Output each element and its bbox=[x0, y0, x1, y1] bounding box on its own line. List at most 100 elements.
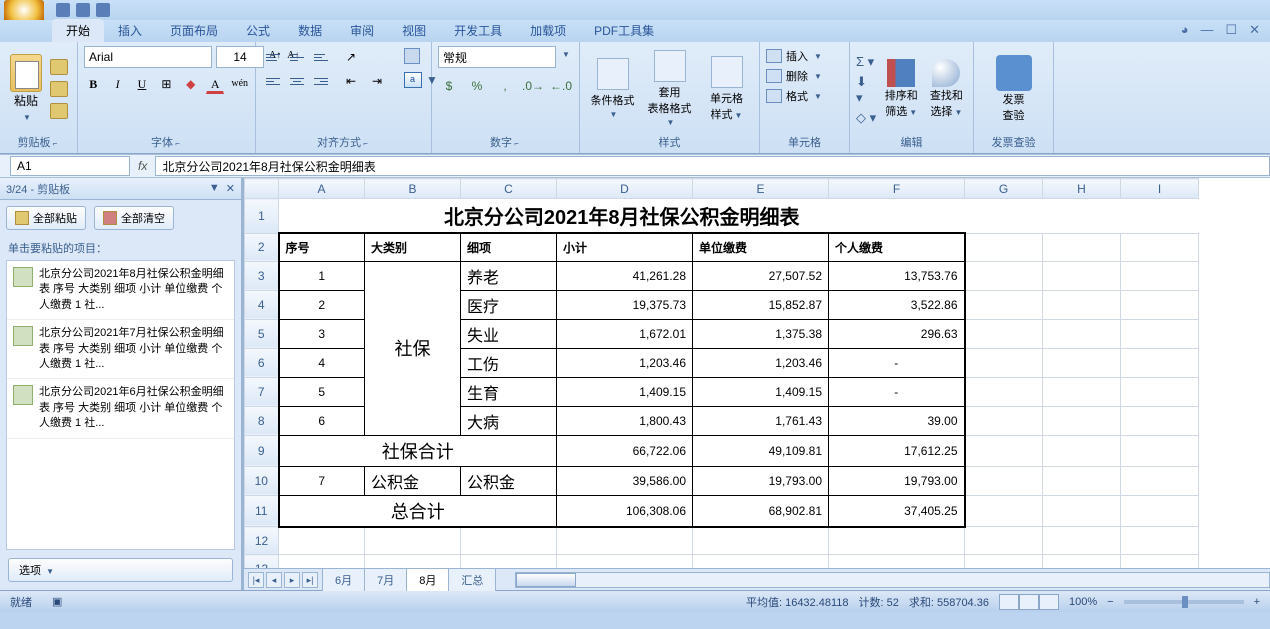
border-button[interactable]: ⊞ bbox=[157, 74, 175, 94]
dec-decimal-button[interactable]: ←.0 bbox=[550, 76, 572, 98]
header-cell[interactable]: 序号 bbox=[279, 233, 365, 261]
cell[interactable] bbox=[965, 348, 1043, 377]
header-cell[interactable]: 大类别 bbox=[365, 233, 461, 261]
fill-button[interactable]: ⬇ ▾ bbox=[856, 74, 877, 106]
cell[interactable] bbox=[1121, 527, 1199, 555]
cell[interactable] bbox=[1043, 495, 1121, 527]
phonetic-button[interactable]: wén bbox=[230, 74, 249, 94]
sheet-nav-first[interactable]: |◂ bbox=[248, 572, 264, 588]
clipboard-options-button[interactable]: 选项 ▼ bbox=[8, 558, 233, 582]
cell[interactable]: 生育 bbox=[461, 377, 557, 406]
close-icon[interactable]: ✕ bbox=[1249, 22, 1260, 38]
col-header-H[interactable]: H bbox=[1043, 179, 1121, 199]
cell[interactable] bbox=[461, 555, 557, 569]
cell[interactable] bbox=[829, 527, 965, 555]
cell[interactable]: 39,586.00 bbox=[557, 466, 693, 495]
cell[interactable] bbox=[1043, 261, 1121, 290]
cell[interactable] bbox=[1043, 466, 1121, 495]
fx-icon[interactable]: fx bbox=[130, 159, 155, 173]
col-header-F[interactable]: F bbox=[829, 179, 965, 199]
sheet-tab-8月[interactable]: 8月 bbox=[406, 568, 449, 591]
cell[interactable] bbox=[1121, 199, 1199, 234]
help-icon[interactable]: ◕ bbox=[1181, 22, 1189, 38]
col-header-E[interactable]: E bbox=[693, 179, 829, 199]
header-cell[interactable]: 个人缴费 bbox=[829, 233, 965, 261]
col-header-G[interactable]: G bbox=[965, 179, 1043, 199]
format-cells-button[interactable]: 格式▼ bbox=[766, 86, 843, 106]
header-cell[interactable]: 单位缴费 bbox=[693, 233, 829, 261]
cell[interactable]: 1,375.38 bbox=[693, 319, 829, 348]
row-header-13[interactable]: 13 bbox=[245, 555, 279, 569]
cell[interactable] bbox=[1121, 406, 1199, 435]
align-bottom-button[interactable] bbox=[310, 46, 332, 68]
sheet-tab-6月[interactable]: 6月 bbox=[322, 568, 365, 591]
conditional-format-button[interactable]: 条件格式▼ bbox=[586, 58, 639, 120]
cell[interactable]: 296.63 bbox=[829, 319, 965, 348]
cell[interactable] bbox=[1121, 233, 1199, 261]
tab-PDF工具集[interactable]: PDF工具集 bbox=[580, 19, 668, 42]
cell[interactable]: 大病 bbox=[461, 406, 557, 435]
font-name-input[interactable] bbox=[84, 46, 212, 68]
cell[interactable] bbox=[1043, 319, 1121, 348]
row-header-4[interactable]: 4 bbox=[245, 290, 279, 319]
select-all-corner[interactable] bbox=[245, 179, 279, 199]
paste-button[interactable]: 粘贴 ▼ bbox=[6, 54, 46, 123]
clipboard-close-icon[interactable]: ✕ bbox=[226, 182, 235, 195]
paste-all-button[interactable]: 全部粘贴 bbox=[6, 206, 86, 230]
cell[interactable]: - bbox=[829, 348, 965, 377]
cell[interactable]: 19,793.00 bbox=[829, 466, 965, 495]
header-cell[interactable]: 小计 bbox=[557, 233, 693, 261]
underline-button[interactable]: U bbox=[133, 74, 151, 94]
tab-页面布局[interactable]: 页面布局 bbox=[156, 19, 232, 42]
percent-button[interactable]: % bbox=[466, 76, 488, 98]
cell[interactable] bbox=[1121, 319, 1199, 348]
row-header-9[interactable]: 9 bbox=[245, 435, 279, 466]
cell[interactable]: 49,109.81 bbox=[693, 435, 829, 466]
cell[interactable]: 1,203.46 bbox=[557, 348, 693, 377]
cell[interactable]: 社保合计 bbox=[279, 435, 557, 466]
row-header-11[interactable]: 11 bbox=[245, 495, 279, 527]
cell[interactable] bbox=[557, 555, 693, 569]
col-header-A[interactable]: A bbox=[279, 179, 365, 199]
view-pagebreak-button[interactable] bbox=[1039, 594, 1059, 610]
cell[interactable] bbox=[1043, 199, 1121, 234]
cell[interactable] bbox=[1121, 377, 1199, 406]
align-right-button[interactable] bbox=[310, 70, 332, 92]
cell[interactable] bbox=[1121, 495, 1199, 527]
cell[interactable] bbox=[965, 466, 1043, 495]
cell[interactable]: 1,672.01 bbox=[557, 319, 693, 348]
tab-开始[interactable]: 开始 bbox=[52, 19, 104, 42]
cell[interactable] bbox=[1043, 527, 1121, 555]
clipboard-item[interactable]: 北京分公司2021年6月社保公积金明细表 序号 大类别 细项 小计 单位缴费 个… bbox=[7, 379, 234, 438]
tab-数据[interactable]: 数据 bbox=[284, 19, 336, 42]
office-button[interactable] bbox=[4, 0, 44, 20]
cell[interactable] bbox=[1121, 290, 1199, 319]
tab-加载项[interactable]: 加载项 bbox=[516, 19, 580, 42]
tab-视图[interactable]: 视图 bbox=[388, 19, 440, 42]
qat-save-icon[interactable] bbox=[56, 3, 70, 17]
cell[interactable]: 医疗 bbox=[461, 290, 557, 319]
cell[interactable] bbox=[365, 555, 461, 569]
format-as-table-button[interactable]: 套用 表格格式▼ bbox=[643, 50, 696, 128]
find-select-button[interactable]: 查找和 选择▼ bbox=[926, 59, 967, 119]
cell[interactable]: - bbox=[829, 377, 965, 406]
cell[interactable]: 5 bbox=[279, 377, 365, 406]
sort-filter-button[interactable]: 排序和 筛选▼ bbox=[881, 59, 922, 119]
cell[interactable]: 养老 bbox=[461, 261, 557, 290]
cell[interactable]: 1,800.43 bbox=[557, 406, 693, 435]
cell[interactable] bbox=[461, 527, 557, 555]
cell[interactable] bbox=[1121, 555, 1199, 569]
cell[interactable]: 1,409.15 bbox=[557, 377, 693, 406]
cell[interactable] bbox=[1043, 233, 1121, 261]
cell[interactable]: 13,753.76 bbox=[829, 261, 965, 290]
cell[interactable]: 17,612.25 bbox=[829, 435, 965, 466]
formula-input[interactable] bbox=[155, 156, 1270, 176]
cell[interactable]: 37,405.25 bbox=[829, 495, 965, 527]
cell[interactable] bbox=[965, 290, 1043, 319]
cell[interactable] bbox=[965, 406, 1043, 435]
zoom-slider[interactable] bbox=[1124, 600, 1244, 604]
font-color-button[interactable]: A bbox=[206, 74, 224, 94]
cut-icon[interactable] bbox=[50, 59, 68, 75]
delete-cells-button[interactable]: 删除▼ bbox=[766, 66, 843, 86]
italic-button[interactable]: I bbox=[108, 74, 126, 94]
